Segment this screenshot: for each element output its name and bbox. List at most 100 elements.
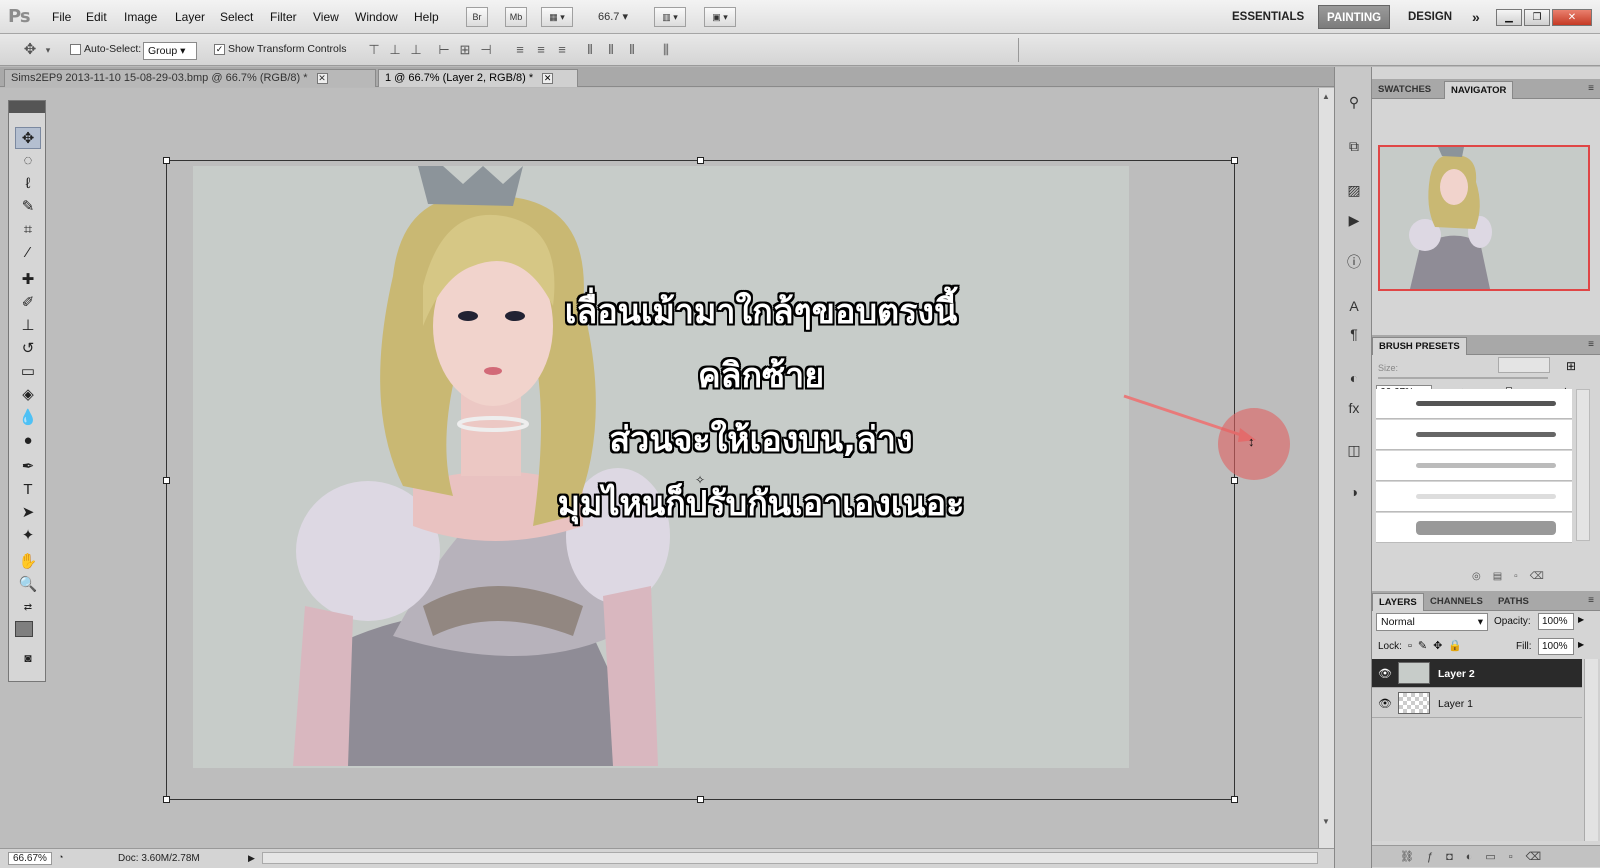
scroll-up-icon[interactable]: ▲ [1322, 92, 1330, 101]
quick-mask-icon[interactable]: ◙ [15, 647, 41, 669]
transform-handle-top[interactable] [697, 157, 704, 164]
scroll-down-icon[interactable]: ▼ [1322, 817, 1330, 826]
close-button[interactable]: ✕ [1552, 9, 1592, 26]
tab-brush-presets[interactable]: BRUSH PRESETS [1372, 337, 1467, 355]
dodge-tool-icon[interactable]: ● [15, 430, 41, 452]
menu-view[interactable]: View [313, 10, 339, 24]
hand-tool-icon[interactable]: ✋ [15, 551, 41, 573]
workspace-design[interactable]: DESIGN [1400, 5, 1460, 29]
fx-icon[interactable]: fx [1342, 397, 1366, 419]
zoom-level-field[interactable]: 66.7 ▾ [598, 10, 628, 23]
horizontal-scrollbar[interactable] [262, 852, 1318, 864]
brush-size-field[interactable] [1498, 357, 1550, 373]
lasso-tool-icon[interactable]: ℓ [15, 173, 41, 195]
align-bottom-icon[interactable]: ⊥ [408, 42, 424, 58]
menu-help[interactable]: Help [414, 10, 439, 24]
brush-preset-item[interactable] [1376, 513, 1572, 543]
panel-menu-icon[interactable]: ≡ [1588, 595, 1594, 606]
opacity-field[interactable]: 100% [1538, 613, 1574, 630]
tab-navigator[interactable]: NAVIGATOR [1444, 81, 1514, 99]
chevron-down-icon[interactable]: ▾ [40, 42, 56, 58]
tools-panel-header[interactable] [9, 101, 45, 113]
menu-file[interactable]: File [52, 10, 71, 24]
foreground-color-swatch[interactable] [15, 621, 33, 637]
pen-tool-icon[interactable]: ✒ [15, 456, 41, 478]
transform-handle-bottom-right[interactable] [1231, 796, 1238, 803]
layer-footer-icons[interactable]: ⛓ƒ◘◐▭▫⌫ [1400, 850, 1554, 863]
tab-layers[interactable]: LAYERS [1372, 593, 1424, 611]
menu-edit[interactable]: Edit [86, 10, 107, 24]
move-tool-preset-icon[interactable]: ✥ [22, 42, 38, 58]
eye-icon[interactable]: 👁 [1378, 667, 1392, 680]
transform-handle-left[interactable] [163, 477, 170, 484]
vertical-scrollbar[interactable]: ▲ ▼ [1318, 88, 1334, 848]
lock-icons[interactable]: ▫✎✥🔒 [1408, 639, 1468, 652]
panel-menu-icon[interactable]: ≡ [1588, 83, 1594, 94]
brush-preset-item[interactable] [1376, 451, 1572, 481]
tab-layer2-document[interactable]: 1 @ 66.7% (Layer 2, RGB/8) * ✕ [378, 69, 578, 87]
mini-bridge-button[interactable]: Mb [505, 7, 527, 27]
distribute-right-icon[interactable]: ⦀ [624, 42, 640, 58]
paint-bucket-icon[interactable]: ◈ [15, 384, 41, 406]
layer-row-layer-2[interactable]: 👁 Layer 2 [1372, 659, 1582, 688]
brush-size-slider[interactable] [1378, 377, 1548, 379]
tab-swatches[interactable]: SWATCHES [1372, 81, 1437, 99]
status-menu-arrow-icon[interactable]: ▶ [248, 853, 255, 864]
auto-select-dropdown[interactable]: Group ▾ [143, 42, 197, 60]
layer-name[interactable]: Layer 1 [1438, 698, 1473, 710]
clone-source-icon[interactable]: ⧉ [1342, 135, 1366, 157]
brush-preset-item[interactable] [1376, 420, 1572, 450]
distribute-hcenter-icon[interactable]: ⦀ [603, 42, 619, 58]
workspace-essentials[interactable]: ESSENTIALS [1224, 5, 1312, 29]
minimize-button[interactable]: ▁ [1496, 9, 1522, 26]
transform-handle-bottom-left[interactable] [163, 796, 170, 803]
brush-preset-item[interactable] [1376, 389, 1572, 419]
transform-handle-bottom[interactable] [697, 796, 704, 803]
more-workspaces-button[interactable]: » [1464, 5, 1488, 29]
character-icon[interactable]: A [1342, 295, 1366, 317]
status-zoom[interactable]: 66.67% [8, 852, 52, 865]
move-tool-icon[interactable]: ✥ [15, 127, 41, 149]
swap-colors-icon[interactable]: ⇄ [15, 597, 41, 619]
fill-arrow-icon[interactable]: ▶ [1578, 640, 1584, 649]
view-extras-button[interactable]: ▦ ▾ [541, 7, 573, 27]
adjustments-icon[interactable]: ◑ [1342, 481, 1366, 503]
blend-mode-dropdown[interactable]: Normal ▾ [1376, 613, 1488, 631]
bridge-button[interactable]: Br [466, 7, 488, 27]
path-selection-icon[interactable]: ➤ [15, 502, 41, 524]
marquee-tool-icon[interactable]: ◌ [15, 150, 41, 172]
align-top-icon[interactable]: ⊤ [366, 42, 382, 58]
tab-sims-document[interactable]: Sims2EP9 2013-11-10 15-08-29-03.bmp @ 66… [4, 69, 376, 87]
eraser-tool-icon[interactable]: ▭ [15, 361, 41, 383]
healing-brush-icon[interactable]: ✚ [15, 269, 41, 291]
brush-presets-scrollbar[interactable] [1576, 389, 1590, 541]
close-tab-icon[interactable]: ✕ [316, 73, 328, 84]
auto-align-icon[interactable]: ⫼ [658, 42, 674, 58]
clone-stamp-icon[interactable]: ⊥ [15, 315, 41, 337]
close-tab-icon[interactable]: ✕ [542, 73, 554, 84]
brush-preset-item[interactable] [1376, 482, 1572, 512]
brush-options-icon[interactable]: ⊞ [1566, 359, 1576, 373]
layer-row-layer-1[interactable]: 👁 Layer 1 [1372, 689, 1582, 718]
tab-channels[interactable]: CHANNELS [1424, 593, 1489, 611]
transform-handle-top-right[interactable] [1231, 157, 1238, 164]
zoom-tool-icon[interactable]: 🔍 [15, 574, 41, 596]
fill-field[interactable]: 100% [1538, 638, 1574, 655]
quick-select-tool-icon[interactable]: ✎ [15, 196, 41, 218]
brush-panel-footer-icons[interactable]: ◎▤▫⌫ [1472, 571, 1556, 582]
history-brush-icon[interactable]: ↺ [15, 338, 41, 360]
distribute-top-icon[interactable]: ≡ [512, 42, 528, 58]
paragraph-icon[interactable]: ¶ [1342, 323, 1366, 345]
brush-icon[interactable]: ⚲ [1342, 91, 1366, 113]
actions-icon[interactable]: ▶ [1342, 209, 1366, 231]
menu-select[interactable]: Select [220, 10, 253, 24]
camera-icon[interactable]: ◫ [1342, 439, 1366, 461]
distribute-bottom-icon[interactable]: ≡ [554, 42, 570, 58]
align-right-icon[interactable]: ⊣ [478, 42, 494, 58]
layers-scrollbar[interactable] [1584, 659, 1598, 841]
tab-paths[interactable]: PATHS [1492, 593, 1535, 611]
menu-window[interactable]: Window [355, 10, 398, 24]
blur-tool-icon[interactable]: 💧 [15, 407, 41, 429]
eyedropper-tool-icon[interactable]: ⁄ [15, 242, 41, 264]
crop-tool-icon[interactable]: ⌗ [15, 219, 41, 241]
